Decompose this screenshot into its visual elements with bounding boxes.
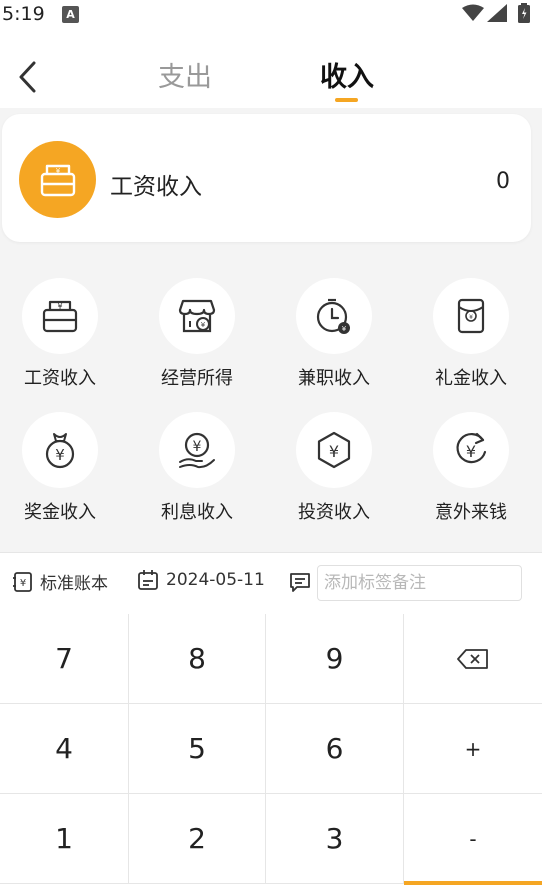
- category-salary[interactable]: ¥ 工资收入: [5, 278, 115, 398]
- clock-money-icon: ¥: [316, 298, 350, 334]
- key-6[interactable]: 6: [266, 704, 404, 794]
- svg-text:¥: ¥: [57, 302, 62, 311]
- signal-icon: [487, 4, 507, 22]
- number-keypad: 7 8 9 4 5 6 + 1 2 3 -: [0, 614, 542, 885]
- category-label: 奖金收入: [24, 502, 96, 523]
- category-investment[interactable]: ¥ 投资收入: [279, 412, 389, 532]
- backspace-key[interactable]: [404, 614, 542, 704]
- backspace-icon: [457, 648, 488, 669]
- note-icon: [290, 573, 310, 592]
- tab-expense[interactable]: 支出: [158, 55, 212, 94]
- category-interest[interactable]: ¥ 利息收入: [142, 412, 252, 532]
- amount-display: 0: [496, 169, 510, 194]
- selected-category-icon: ¥: [19, 141, 96, 218]
- svg-text:¥: ¥: [193, 439, 202, 455]
- battery-icon: [518, 3, 530, 23]
- category-giftmoney[interactable]: ¥ 礼金收入: [416, 278, 526, 398]
- category-parttime[interactable]: ¥ 兼职收入: [279, 278, 389, 398]
- key-1[interactable]: 1: [0, 794, 129, 884]
- red-envelope-icon: ¥: [457, 298, 485, 334]
- key-7[interactable]: 7: [0, 614, 129, 704]
- key-4[interactable]: 4: [0, 704, 129, 794]
- wifi-icon: [462, 4, 484, 21]
- note-input[interactable]: [317, 565, 522, 601]
- notification-icon: A: [62, 6, 79, 23]
- category-label: 礼金收入: [435, 368, 507, 389]
- hexagon-yuan-icon: ¥: [317, 431, 351, 469]
- category-label: 意外来钱: [435, 502, 507, 523]
- back-arrow-icon[interactable]: [14, 60, 42, 94]
- header: 支出 收入: [0, 30, 542, 108]
- coin-hand-icon: ¥: [179, 432, 215, 469]
- shop-icon: ¥: [178, 299, 216, 333]
- category-label: 兼职收入: [298, 368, 370, 389]
- key-8[interactable]: 8: [129, 614, 266, 704]
- category-label: 利息收入: [161, 502, 233, 523]
- confirm-key-edge[interactable]: [404, 881, 542, 885]
- category-label: 经营所得: [161, 368, 233, 389]
- refresh-yuan-icon: ¥: [456, 432, 487, 464]
- category-business[interactable]: ¥ 经营所得: [142, 278, 252, 398]
- tab-active-indicator: [335, 98, 358, 102]
- status-bar: 5:19 A: [0, 0, 542, 30]
- category-windfall[interactable]: ¥ 意外来钱: [416, 412, 526, 532]
- date-label: 2024-05-11: [166, 570, 265, 590]
- wallet-icon: ¥: [40, 164, 75, 196]
- key-5[interactable]: 5: [129, 704, 266, 794]
- wallet-icon: ¥: [42, 300, 78, 333]
- category-bonus[interactable]: ¥ 奖金收入: [5, 412, 115, 532]
- tab-income[interactable]: 收入: [320, 55, 374, 94]
- svg-text:¥: ¥: [329, 442, 339, 461]
- category-label: 工资收入: [24, 368, 96, 389]
- ledger-icon: ¥: [13, 571, 32, 592]
- key-3[interactable]: 3: [266, 794, 404, 884]
- svg-text:¥: ¥: [55, 167, 60, 175]
- money-bag-icon: ¥: [45, 433, 75, 469]
- plus-key[interactable]: +: [404, 704, 542, 794]
- key-2[interactable]: 2: [129, 794, 266, 884]
- minus-key[interactable]: -: [404, 794, 542, 884]
- ledger-label: 标准账本: [40, 574, 108, 594]
- svg-text:¥: ¥: [342, 325, 347, 333]
- calendar-icon: [138, 570, 158, 590]
- svg-text:¥: ¥: [466, 442, 476, 461]
- selected-category-card: ¥ 工资收入 0: [2, 114, 531, 242]
- svg-text:¥: ¥: [55, 446, 65, 464]
- selected-category-label: 工资收入: [110, 174, 202, 200]
- status-time: 5:19: [2, 3, 45, 25]
- ledger-selector[interactable]: ¥ 标准账本: [12, 569, 108, 594]
- svg-text:¥: ¥: [201, 321, 206, 329]
- date-selector[interactable]: 2024-05-11: [137, 569, 265, 591]
- svg-text:¥: ¥: [469, 314, 473, 321]
- category-label: 投资收入: [298, 502, 370, 523]
- svg-text:¥: ¥: [20, 578, 26, 589]
- entry-toolbar: ¥ 标准账本 2024-05-11: [0, 552, 542, 616]
- key-9[interactable]: 9: [266, 614, 404, 704]
